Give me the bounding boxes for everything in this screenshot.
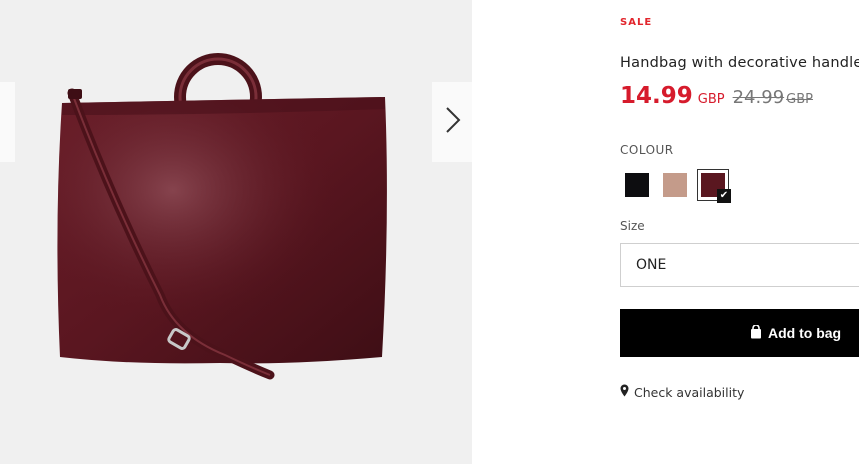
size-select[interactable]: ONE <box>620 243 859 287</box>
old-price-currency: GBP <box>786 92 813 107</box>
colour-label: COLOUR <box>620 143 674 157</box>
checkmark-icon: ✔ <box>717 189 731 203</box>
gallery-next-button[interactable] <box>432 82 472 162</box>
map-pin-icon <box>620 384 629 400</box>
add-to-bag-button[interactable]: Add to bag <box>620 309 859 357</box>
swatch-burgundy[interactable]: ✔ <box>697 169 731 203</box>
shopping-bag-icon <box>750 323 762 342</box>
old-price: 24.99 <box>732 87 785 108</box>
gallery-prev-button[interactable] <box>0 82 15 162</box>
swatch-beige[interactable] <box>663 173 687 197</box>
size-label: Size <box>620 219 645 233</box>
product-title: Handbag with decorative handle <box>620 55 859 71</box>
chevron-right-icon <box>444 105 462 139</box>
swatch-black[interactable] <box>625 173 649 197</box>
add-to-bag-label: Add to bag <box>768 325 842 341</box>
check-availability-link[interactable]: Check availability <box>620 384 744 400</box>
price-row: 14.99 GBP 24.99 GBP <box>620 83 813 109</box>
product-gallery <box>0 0 472 464</box>
current-price-currency: GBP <box>697 92 725 107</box>
check-availability-label: Check availability <box>634 384 745 400</box>
sale-badge: SALE <box>620 17 653 28</box>
size-value: ONE <box>636 257 667 273</box>
product-image <box>57 53 387 380</box>
current-price: 14.99 <box>620 83 693 109</box>
product-info: SALE Handbag with decorative handle 14.9… <box>620 0 859 464</box>
